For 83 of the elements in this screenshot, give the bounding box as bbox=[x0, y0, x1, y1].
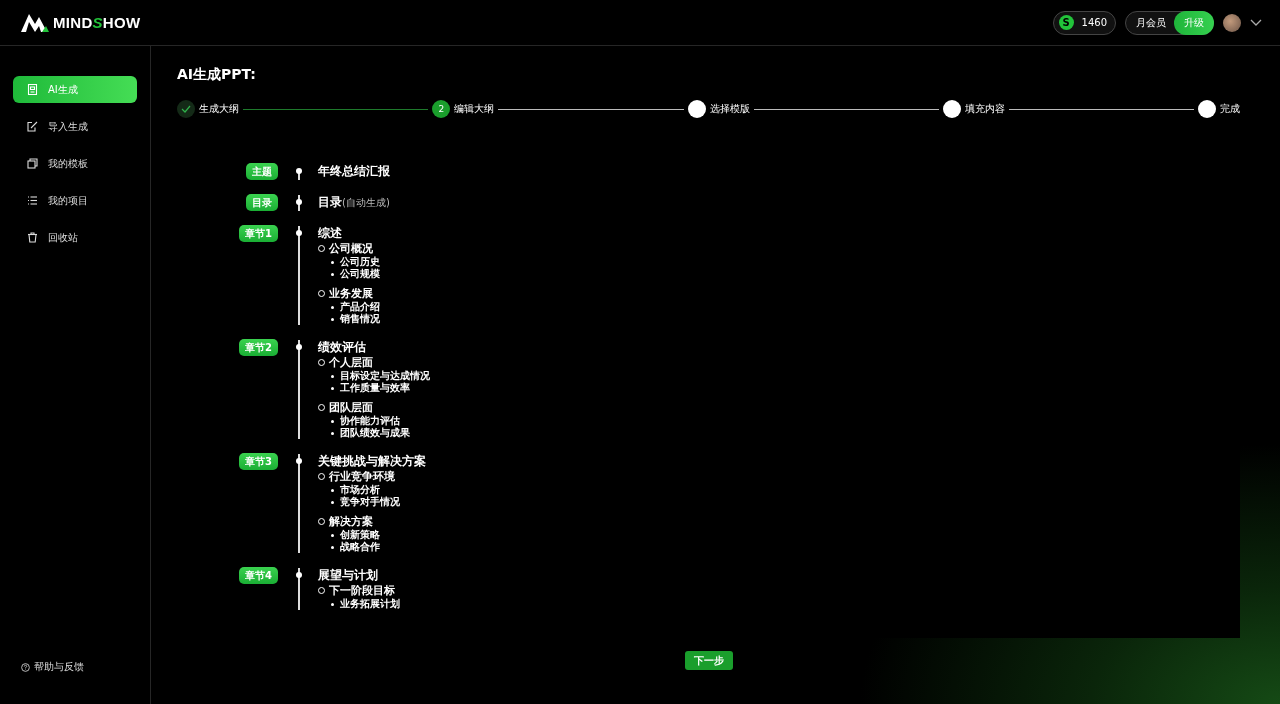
sidebar-item[interactable]: 我的项目 bbox=[13, 187, 137, 214]
bullet-item[interactable]: 业务拓展计划 bbox=[340, 598, 400, 610]
section-title[interactable]: 目录 bbox=[318, 195, 342, 209]
membership-label: 月会员 bbox=[1136, 15, 1166, 30]
bullet-dot bbox=[331, 260, 334, 264]
timeline-dot bbox=[296, 344, 302, 350]
bullet-item[interactable]: 公司历史 bbox=[340, 256, 380, 268]
bullet-item[interactable]: 协作能力评估 bbox=[340, 415, 400, 427]
avatar[interactable] bbox=[1223, 13, 1241, 32]
timeline-dot bbox=[296, 458, 302, 464]
section-title[interactable]: 绩效评估 bbox=[318, 340, 366, 354]
section-tag: 章节4 bbox=[239, 567, 278, 584]
timeline-dot bbox=[296, 230, 302, 236]
page-title: AI生成PPT: bbox=[177, 65, 257, 84]
coin-amount: 1460 bbox=[1081, 17, 1107, 28]
bullet-item[interactable]: 产品介绍 bbox=[340, 301, 380, 313]
step: 选择模版 bbox=[687, 100, 750, 118]
question-icon bbox=[21, 662, 30, 672]
section-note: (自动生成) bbox=[342, 197, 390, 208]
logo-icon bbox=[21, 13, 49, 32]
step-marker bbox=[942, 100, 961, 118]
step: 完成 bbox=[1198, 100, 1240, 118]
section-tag: 章节1 bbox=[239, 225, 278, 242]
timeline-dot bbox=[296, 572, 302, 578]
list-icon bbox=[27, 195, 38, 206]
edit-icon bbox=[27, 121, 38, 132]
step-marker bbox=[1198, 100, 1216, 118]
bullet-item[interactable]: 团队绩效与成果 bbox=[340, 427, 410, 439]
step: 填充内容 bbox=[942, 100, 1005, 118]
subsection-title[interactable]: 个人层面 bbox=[329, 355, 373, 370]
step: 2 编辑大纲 bbox=[432, 100, 495, 118]
sidebar-item[interactable]: 导入生成 bbox=[13, 113, 137, 140]
bullet-item[interactable]: 创新策略 bbox=[340, 529, 380, 541]
step-marker: 2 bbox=[432, 100, 451, 118]
bullet-dot bbox=[331, 500, 334, 504]
check-icon bbox=[177, 100, 195, 118]
bullet-item[interactable]: 竞争对手情况 bbox=[340, 496, 400, 508]
subsection-title[interactable]: 团队层面 bbox=[329, 400, 373, 415]
bullet-item[interactable]: 目标设定与达成情况 bbox=[340, 370, 430, 382]
help-link[interactable]: 帮助与反馈 bbox=[13, 660, 137, 674]
sidebar-item[interactable]: 回收站 bbox=[13, 224, 137, 251]
step-marker bbox=[687, 100, 706, 118]
screen-icon bbox=[27, 84, 38, 95]
subsection-title[interactable]: 业务发展 bbox=[329, 286, 373, 301]
bullet-dot bbox=[331, 533, 334, 537]
bullet-dot bbox=[331, 419, 334, 423]
section-title[interactable]: 年终总结汇报 bbox=[318, 164, 390, 178]
section-tag: 主题 bbox=[246, 163, 278, 180]
bullet-item[interactable]: 销售情况 bbox=[340, 313, 380, 325]
bullet-dot bbox=[331, 545, 334, 549]
coin-balance[interactable]: S 1460 bbox=[1052, 10, 1116, 35]
bullet-dot bbox=[331, 602, 334, 606]
bullet-dot bbox=[331, 317, 334, 321]
subsection-title[interactable]: 公司概况 bbox=[329, 241, 373, 256]
timeline-dot bbox=[296, 168, 302, 174]
subsection-title[interactable]: 下一阶段目标 bbox=[329, 583, 395, 598]
trash-icon bbox=[27, 232, 38, 243]
section-title[interactable]: 关键挑战与解决方案 bbox=[318, 454, 426, 468]
subsection-title[interactable]: 解决方案 bbox=[329, 514, 373, 529]
subsection-title[interactable]: 行业竞争环境 bbox=[329, 469, 395, 484]
section-title[interactable]: 展望与计划 bbox=[318, 568, 378, 582]
bullet-item[interactable]: 公司规模 bbox=[340, 268, 380, 280]
bullet-dot bbox=[331, 386, 334, 390]
copy-icon bbox=[27, 158, 38, 169]
section-title[interactable]: 综述 bbox=[318, 226, 342, 240]
timeline-dot bbox=[296, 199, 302, 205]
logo-text: MINDSHOW bbox=[53, 14, 141, 31]
section-tag: 章节2 bbox=[239, 339, 278, 356]
bullet-item[interactable]: 市场分析 bbox=[340, 484, 380, 496]
chevron-down-icon[interactable] bbox=[1250, 18, 1262, 27]
bullet-dot bbox=[331, 431, 334, 435]
bullet-item[interactable]: 战略合作 bbox=[340, 541, 380, 553]
bullet-item[interactable]: 工作质量与效率 bbox=[340, 382, 410, 394]
sidebar-item[interactable]: 我的模板 bbox=[13, 150, 137, 177]
bullet-dot bbox=[331, 488, 334, 492]
next-button[interactable]: 下一步 bbox=[684, 651, 733, 670]
section-tag: 章节3 bbox=[239, 453, 278, 470]
coin-icon: S bbox=[1058, 15, 1074, 30]
section-tag: 目录 bbox=[246, 194, 278, 211]
bullet-dot bbox=[331, 374, 334, 378]
step: 生成大纲 bbox=[177, 100, 239, 118]
bullet-dot bbox=[331, 272, 334, 276]
bullet-dot bbox=[331, 305, 334, 309]
